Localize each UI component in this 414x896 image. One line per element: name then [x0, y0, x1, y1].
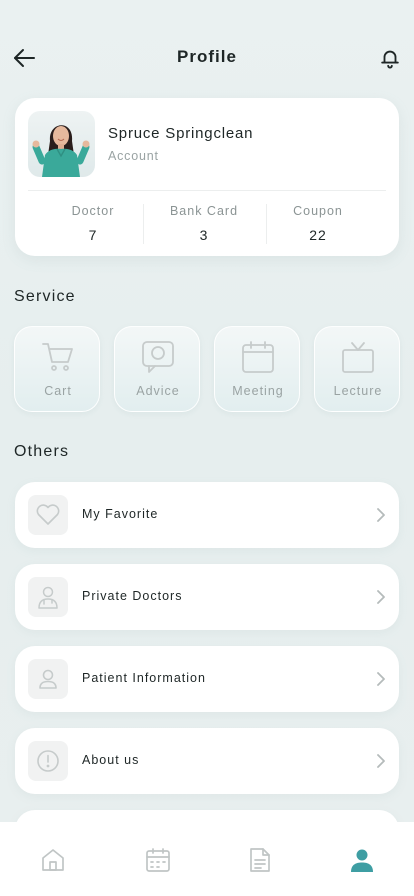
chevron-right-icon	[377, 508, 385, 522]
chevron-right-icon	[377, 672, 385, 686]
others-section-title: Others	[14, 443, 70, 460]
chat-bubble-icon	[142, 341, 174, 373]
list-item-label: My Favorite	[82, 507, 159, 521]
user-name: Spruce Springclean	[108, 125, 254, 142]
avatar-image	[32, 125, 90, 177]
list-item-about-us[interactable]: About us	[15, 728, 399, 794]
stat-value: 7	[88, 227, 98, 243]
bell-icon	[381, 50, 399, 69]
chevron-right-icon	[377, 590, 385, 604]
service-lecture[interactable]: Lecture	[314, 326, 400, 412]
cart-icon	[42, 343, 73, 371]
list-item-label: Patient Information	[82, 671, 206, 685]
service-meeting[interactable]: Meeting	[214, 326, 300, 412]
notification-button[interactable]	[376, 44, 404, 72]
chevron-right-icon	[377, 754, 385, 768]
stat-label: Coupon	[293, 204, 343, 218]
list-item-label: Private Doctors	[82, 589, 183, 603]
stat-value: 22	[309, 227, 327, 243]
service-label: Meeting	[232, 384, 284, 398]
doctor-icon	[38, 586, 58, 609]
page-title: Profile	[177, 47, 237, 66]
avatar[interactable]	[28, 111, 95, 177]
user-subtitle: Account	[108, 149, 159, 163]
stat-bank-card[interactable]: Bank Card 3	[143, 204, 265, 243]
profile-card[interactable]: Spruce Springclean Account Doctor 7 Bank…	[15, 98, 399, 256]
profile-icon	[351, 849, 373, 872]
bottom-nav	[0, 822, 414, 896]
service-label: Cart	[44, 384, 72, 398]
tv-icon	[342, 342, 374, 373]
list-item-private-doctors[interactable]: Private Doctors	[15, 564, 399, 630]
stat-label: Bank Card	[169, 204, 239, 218]
stat-value: 3	[199, 227, 209, 243]
service-cart[interactable]: Cart	[14, 326, 100, 412]
list-item-my-favorite[interactable]: My Favorite	[15, 482, 399, 548]
nav-calendar[interactable]	[144, 846, 172, 874]
heart-icon	[36, 504, 60, 525]
list-item-label: About us	[82, 753, 140, 767]
stat-label: Doctor	[71, 204, 115, 218]
user-icon	[39, 669, 57, 689]
service-label: Lecture	[333, 384, 383, 398]
stat-doctor[interactable]: Doctor 7	[32, 204, 154, 243]
card-divider	[28, 190, 386, 191]
list-item-patient-information[interactable]: Patient Information	[15, 646, 399, 712]
nav-documents[interactable]	[246, 846, 274, 874]
document-icon	[250, 848, 270, 872]
header: Profile	[0, 0, 414, 100]
nav-profile[interactable]	[348, 846, 376, 874]
service-advice[interactable]: Advice	[114, 326, 200, 412]
nav-home[interactable]	[39, 846, 67, 874]
calendar-icon	[242, 341, 274, 373]
info-icon	[37, 750, 59, 772]
stat-coupon[interactable]: Coupon 22	[257, 204, 379, 243]
service-label: Advice	[136, 384, 180, 398]
service-section-title: Service	[14, 288, 76, 305]
home-icon	[42, 849, 64, 871]
calendar-icon	[146, 848, 170, 872]
